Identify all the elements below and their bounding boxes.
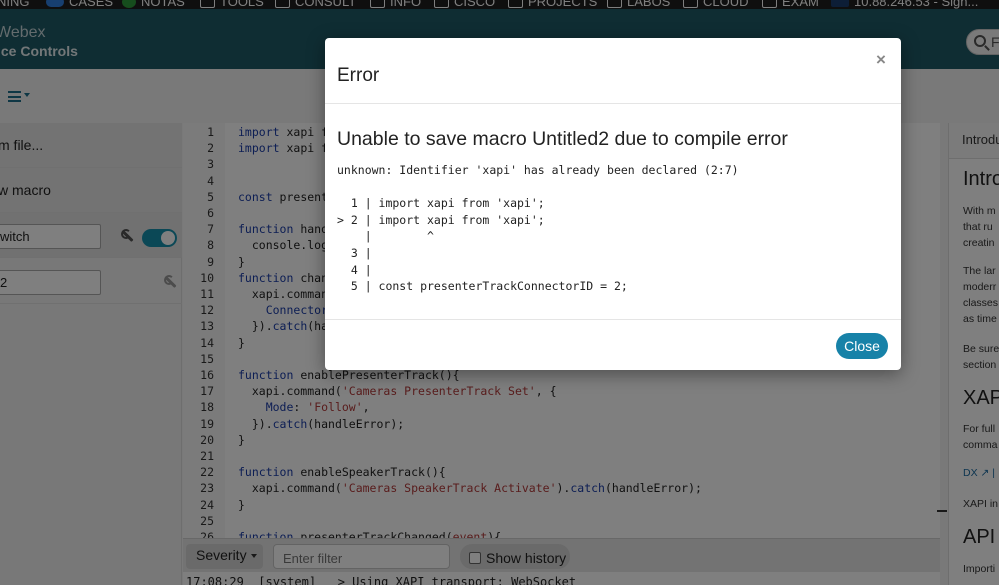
code-frame-line: | ^ xyxy=(337,229,434,243)
error-message: unknown: Identifier 'xapi' has already b… xyxy=(337,163,739,177)
code-frame-line: 4 | xyxy=(337,263,372,277)
code-frame-line: > 2 | import xapi from 'xapi'; xyxy=(337,213,545,227)
close-icon[interactable]: × xyxy=(876,51,886,68)
dialog-header: Error × xyxy=(325,38,901,104)
code-frame-line: 1 | import xapi from 'xapi'; xyxy=(337,196,545,210)
error-dialog: Error × Unable to save macro Untitled2 d… xyxy=(325,38,901,370)
dialog-body: Unable to save macro Untitled2 due to co… xyxy=(325,104,901,319)
error-heading: Unable to save macro Untitled2 due to co… xyxy=(337,128,788,150)
dialog-title: Error xyxy=(337,65,380,86)
close-button[interactable]: Close xyxy=(836,333,888,359)
code-frame-line: 3 | xyxy=(337,246,372,260)
code-frame-line: 5 | const presenterTrackConnectorID = 2; xyxy=(337,279,628,293)
dialog-footer: Close xyxy=(325,319,901,370)
